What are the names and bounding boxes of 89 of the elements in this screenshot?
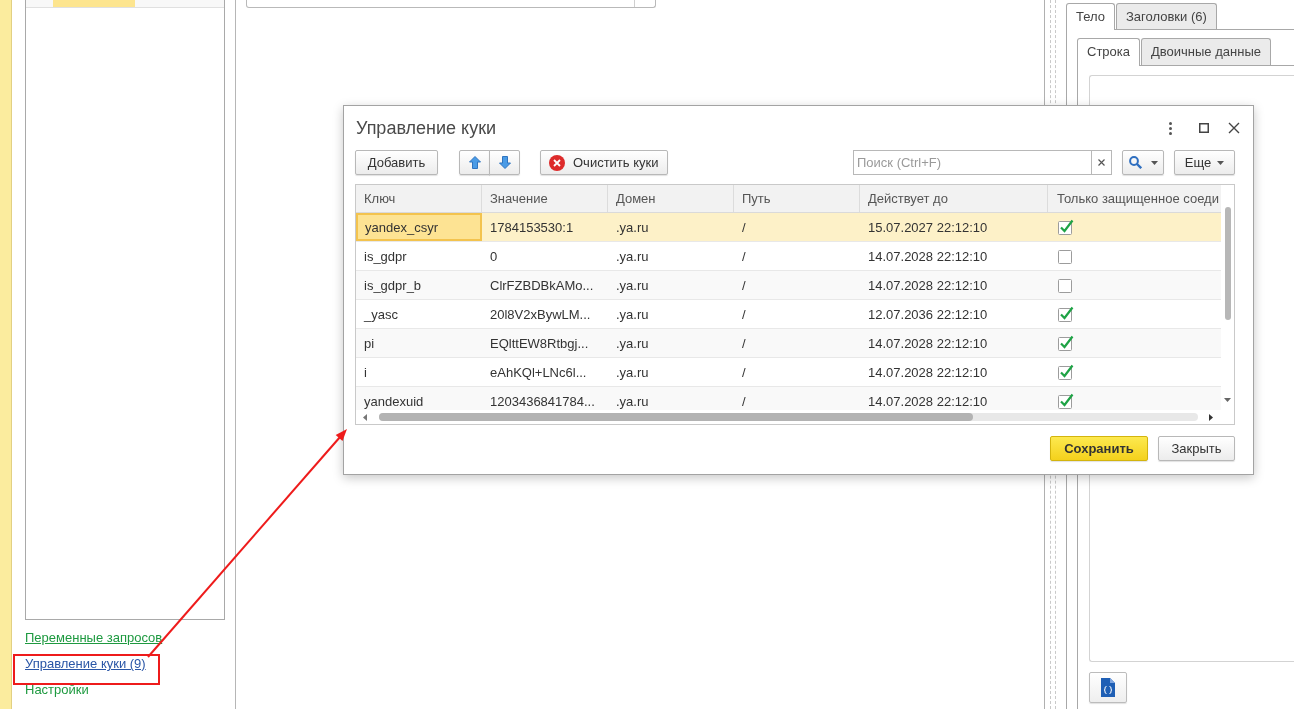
cookie-domain: .ya.ru [616,248,649,264]
cookie-domain: .ya.ru [616,306,649,322]
more-button[interactable]: Еще [1174,150,1235,175]
more-icon[interactable] [1169,121,1172,135]
cookie-path: / [742,306,746,322]
cookie-name: yandexuid [364,393,424,409]
scroll-down-icon[interactable] [1224,398,1231,402]
search-field[interactable]: Поиск (Ctrl+F) [853,150,1092,175]
cookie-path: / [742,364,746,380]
cookie-path: / [742,277,746,293]
arrow-up-icon [468,156,481,169]
cookie-value: 1784153530:1 [490,219,574,235]
table-row[interactable]: pi EQlttEW8Rtbgj... .ya.ru / 14.07.2028 22:12:10 [356,329,1221,358]
link[interactable]: Переменные запросов [25,630,163,645]
braces-file-icon[interactable] [1101,678,1115,697]
cookie-name: yandex_csyr [356,213,482,241]
column-header[interactable]: Значение [482,185,608,212]
checkbox[interactable] [1058,306,1074,322]
scroll-left-icon[interactable] [363,413,367,421]
tab[interactable]: Двоичные данные [1141,38,1271,65]
cross-circle-icon [549,154,565,171]
expiry-date: 14.07.2028 22:12:10 [868,364,988,380]
cookie-value: 20l8V2xBywLM... [490,306,591,322]
cookie-path: / [742,248,746,264]
primary-button[interactable]: Сохранить [1050,436,1148,461]
cookie-name: _yasc [364,306,398,322]
checkbox[interactable] [1058,219,1074,235]
column-header[interactable]: Только защищенное соеди [1048,185,1221,212]
cookie-domain: .ya.ru [616,219,649,235]
column-header[interactable]: Ключ [356,185,482,212]
cookie-name: is_gdpr [364,248,407,264]
dialog-title: Управление куки [356,117,498,139]
cookie-name: is_gdpr_b [364,277,422,293]
scrollbar-thumb[interactable] [379,413,973,421]
checkbox[interactable] [1058,248,1074,264]
expiry-date: 12.07.2036 22:12:10 [868,306,988,322]
cookie-path: / [742,335,746,351]
caret-icon [1217,160,1225,165]
checkbox[interactable] [1058,393,1074,409]
clear-search-button[interactable] [1092,150,1112,175]
checkbox[interactable] [1058,277,1074,293]
scrollbar-thumb[interactable] [1224,207,1231,320]
cookie-domain: .ya.ru [616,277,649,293]
expiry-date: 15.07.2027 22:12:10 [868,219,988,235]
column-header[interactable]: Действует до [860,185,1048,212]
move-up-button[interactable] [459,150,490,175]
input-field[interactable] [246,0,656,8]
tab[interactable]: Строка [1077,38,1140,66]
checkbox[interactable] [1058,364,1074,380]
cookie-value: 1203436841784... [490,393,595,409]
search-icon [1128,156,1142,169]
table-row[interactable]: yandex_csyr 1784153530:1 .ya.ru / 15.07.2027 22:12:10 [356,213,1221,242]
table-row[interactable]: is_gdpr_b ClrFZBDBkAMo... .ya.ru / 14.07.2028 22:12:10 [356,271,1221,300]
column-header[interactable]: Домен [608,185,734,212]
close-icon [1098,159,1105,166]
cookie-domain: .ya.ru [616,335,649,351]
expiry-date: 14.07.2028 22:12:10 [868,335,988,351]
cookie-value: eAhKQl+LNc6l... [490,364,587,380]
link[interactable]: Управление куки (9) [25,656,146,671]
column-header[interactable]: Путь [734,185,860,212]
expiry-date: 14.07.2028 22:12:10 [868,277,988,293]
move-down-button[interactable] [489,150,520,175]
caret-icon [1150,160,1158,165]
arrow-down-icon [498,156,511,169]
expiry-date: 14.07.2028 22:12:10 [868,393,988,409]
cookie-value: ClrFZBDBkAMo... [490,277,594,293]
group-title[interactable]: Настройки [25,682,89,697]
cookie-name: pi [364,335,375,351]
horizontal-scrollbar[interactable] [379,413,1198,421]
cookie-domain: .ya.ru [616,393,649,409]
close-icon[interactable] [1228,122,1240,134]
search-button[interactable] [1122,150,1164,175]
tab[interactable]: Тело [1066,3,1115,30]
table-row[interactable]: yandexuid 1203436841784... .ya.ru / 14.07.2028 22:12:10 [356,387,1221,410]
checkbox[interactable] [1058,335,1074,351]
expiry-date: 14.07.2028 22:12:10 [868,248,988,264]
scroll-right-icon[interactable] [1209,413,1213,421]
file-button[interactable] [1089,672,1127,703]
maximize-icon[interactable] [1199,123,1209,133]
clear-cookies-button[interactable]: Очистить куки [540,150,668,175]
dialog-button[interactable]: Закрыть [1158,436,1235,461]
cookie-value: EQlttEW8Rtbgj... [490,335,589,351]
cookie-domain: .ya.ru [616,364,649,380]
cookie-value: 0 [490,248,498,264]
cookie-name: i [364,364,367,380]
cookie-path: / [742,393,746,409]
add-button[interactable]: Добавить [355,150,438,175]
cookie-path: / [742,219,746,235]
tab[interactable]: Заголовки (6) [1116,3,1217,29]
